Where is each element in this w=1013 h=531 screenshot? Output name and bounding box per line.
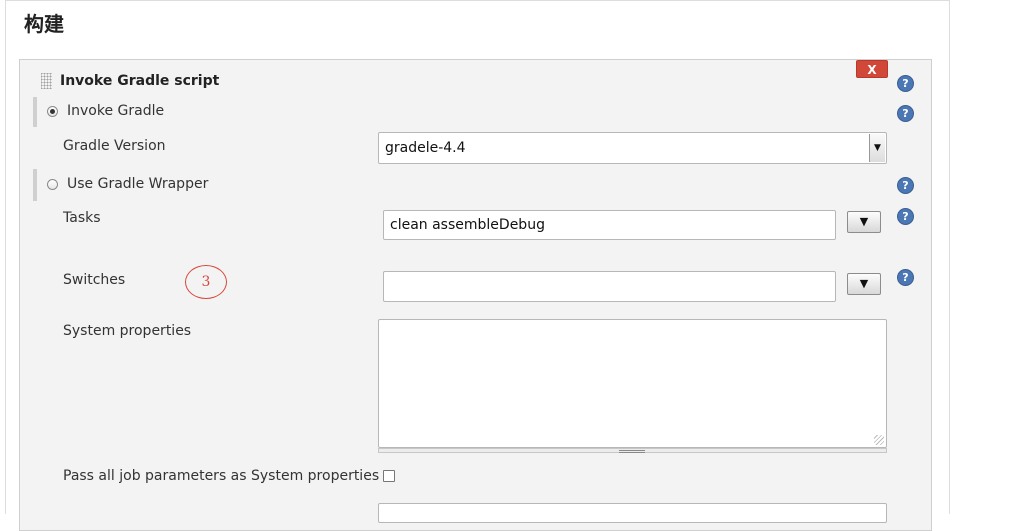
system-properties-textarea[interactable] [378, 319, 887, 448]
help-icon[interactable]: ? [897, 269, 914, 286]
section-title: 构建 [24, 12, 64, 36]
use-gradle-wrapper-label: Use Gradle Wrapper [67, 176, 209, 192]
gradle-version-select[interactable]: gradele-4.4 ▼ [378, 132, 887, 164]
gradle-version-value: gradele-4.4 [385, 140, 466, 156]
use-gradle-wrapper-radio[interactable] [47, 179, 58, 190]
resize-grip-icon[interactable] [874, 435, 884, 445]
tasks-expand-button[interactable]: ▼ [847, 211, 881, 233]
tasks-label: Tasks [63, 210, 101, 226]
delete-step-button[interactable]: X [856, 60, 888, 78]
help-icon[interactable]: ? [897, 75, 914, 92]
help-icon[interactable]: ? [897, 177, 914, 194]
build-step-title: Invoke Gradle script [60, 73, 220, 89]
help-icon[interactable]: ? [897, 208, 914, 225]
annotation-marker: 3 [185, 265, 227, 299]
pass-params-label: Pass all job parameters as System proper… [63, 468, 380, 484]
system-properties-label: System properties [63, 323, 192, 339]
next-row-input[interactable] [378, 503, 887, 523]
tasks-input[interactable]: clean assembleDebug [383, 210, 836, 240]
invoke-gradle-radio[interactable] [47, 106, 58, 117]
drag-handle-icon[interactable] [41, 73, 52, 89]
textarea-resize-handle[interactable] [378, 448, 887, 453]
gradle-version-label: Gradle Version [63, 138, 166, 154]
radio-group-indicator [33, 169, 37, 201]
pass-params-checkbox[interactable] [383, 470, 395, 482]
chevron-down-icon[interactable]: ▼ [869, 134, 885, 162]
radio-group-indicator [33, 97, 37, 127]
invoke-gradle-label: Invoke Gradle [67, 103, 165, 119]
switches-label: Switches [63, 272, 126, 288]
switches-expand-button[interactable]: ▼ [847, 273, 881, 295]
help-icon[interactable]: ? [897, 105, 914, 122]
switches-input[interactable] [383, 271, 836, 302]
